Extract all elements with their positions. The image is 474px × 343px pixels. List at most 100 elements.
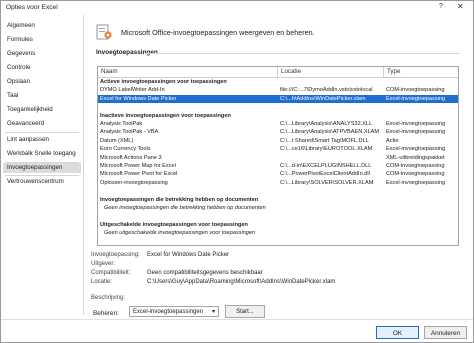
manage-dropdown[interactable]: Excel-invoegtoepassingen ▾	[129, 306, 219, 317]
table-cell-locatie: C:\...d-in\EXCELPLUGINSHELL.DLL	[280, 163, 372, 169]
content-pane: Microsoft Office-invoegtoepassingen weer…	[87, 15, 469, 318]
sidebar-item-taal[interactable]: Taal	[7, 91, 81, 101]
table-group-header: Actieve invoegtoepassingen voor toepassi…	[98, 78, 458, 86]
table-row[interactable]: Microsoft Power Pivot for Excel C:\...Pow…	[98, 170, 458, 178]
table-group-header: Inactieve invoegtoepassingen voor toepas…	[98, 112, 458, 120]
table-cell-type: COM-invoegtoepassing	[386, 163, 445, 169]
table-cell-naam: Analysis ToolPak	[100, 121, 143, 127]
detail-label-beschrijving: Beschrijving:	[91, 295, 126, 301]
table-row[interactable]: Analysis ToolPak C:\...Library\Analysis\A…	[98, 120, 458, 128]
table-cell-locatie: C:\...PowerPivotExcelClientAddIn.dll	[280, 171, 370, 178]
table-row: Geen invoegtoepassingen die betrekking h…	[98, 204, 458, 212]
table-cell-naam: Invoegtoepassingen die betrekking hebben…	[100, 196, 259, 203]
detail-value-locatie: C:\Users\Guy\AppData\Roaming\Microsoft\A…	[147, 279, 336, 285]
addins-table[interactable]: Naam Locatie Type Actieve invoegtoepassi…	[97, 66, 459, 246]
sidebar-item-werkbalk[interactable]: Werkbalk Snelle toegang	[7, 149, 81, 159]
table-cell-type: Excel-invoegtoepassing	[386, 129, 446, 136]
table-cell-naam: Uitgeschakelde invoegtoepassingen voor t…	[100, 221, 248, 228]
detail-label-locatie: Locatie:	[91, 279, 113, 285]
table-spacer	[98, 103, 458, 111]
table-spacer	[98, 187, 458, 195]
table-cell-type: Excel-invoegtoepassing	[386, 146, 446, 153]
column-header-locatie[interactable]: Locatie	[281, 68, 301, 75]
table-cell-locatie: C:\...Library\Analysis\ATPVBAEN.XLAM	[280, 129, 380, 136]
column-separator	[277, 67, 278, 77]
table-cell-naam: Microsoft Power Map for Excel	[100, 163, 176, 169]
table-cell-type: XML-uitbreidingspakket	[386, 154, 445, 161]
table-cell-locatie: C:\...t Shared\Smart Tag\MOFL.DLL	[280, 137, 369, 144]
table-row[interactable]: Excel for Windows Date Picker C:\...h\Add…	[98, 94, 458, 103]
sidebar: Algemeen Formules Gegevens Controle Opsl…	[1, 15, 84, 315]
sidebar-item-geavanceerd[interactable]: Geavanceerd	[7, 119, 81, 129]
window-title: Opties voor Excel	[6, 4, 58, 11]
detail-value-invoeg: Excel for Windows Date Picker	[147, 252, 230, 258]
table-row[interactable]: Analysis ToolPak - VBA C:\...Library\Anal…	[98, 128, 458, 136]
sidebar-item-algemeen[interactable]: Algemeen	[7, 21, 81, 31]
table-cell-naam: Oplosser-invoegtoepassing	[100, 179, 168, 186]
section-divider	[145, 53, 460, 54]
table-row[interactable]: Oplosser-invoegtoepassing C:\...Library\S…	[98, 179, 458, 187]
sidebar-item-toegankelijkheid[interactable]: Toegankelijkheid	[7, 105, 81, 115]
table-cell-type: COM-invoegtoepassing	[386, 171, 445, 178]
table-cell-type: Excel-invoegtoepassing	[386, 95, 446, 102]
table-row[interactable]: Microsoft Actions Pane 3 XML-uitbreidings…	[98, 154, 458, 162]
sidebar-item-formules[interactable]: Formules	[7, 35, 81, 45]
addins-icon	[96, 24, 112, 40]
chevron-down-icon: ▾	[211, 309, 215, 315]
table-cell-locatie: C:\...ce16\Library\EUROTOOL.XLAM	[280, 146, 373, 153]
table-cell-locatie: C:\...Library\Analysis\ANALYS32.XLL	[280, 121, 373, 127]
cancel-button[interactable]: Annuleren	[424, 326, 467, 339]
title-bar: Opties voor Excel ? ✕	[1, 1, 473, 15]
table-cell-type: Actie	[386, 137, 399, 144]
table-cell-locatie: C:\...Library\SOLVER\SOLVER.XLAM	[280, 179, 374, 186]
go-button[interactable]: Start...	[225, 305, 265, 318]
header-text: Microsoft Office-invoegtoepassingen weer…	[121, 28, 315, 37]
detail-label-invoeg: Invoegtoepassing:	[91, 252, 140, 258]
table-cell-type: Excel-invoegtoepassing	[386, 121, 446, 127]
sidebar-item-vertrouwenscentrum[interactable]: Vertrouwenscentrum	[7, 177, 81, 187]
manage-label: Beheren:	[93, 310, 119, 317]
manage-dropdown-value: Excel-invoegtoepassingen	[133, 309, 204, 315]
table-cell-naam: Analysis ToolPak - VBA	[100, 129, 159, 136]
sidebar-item-lint-aanpassen[interactable]: Lint aanpassen	[7, 135, 81, 145]
table-spacer	[98, 212, 458, 220]
close-icon[interactable]: ✕	[457, 2, 464, 11]
column-separator	[383, 67, 384, 77]
table-cell-naam: Inactieve invoegtoepassingen voor toepas…	[100, 112, 231, 119]
table-cell-naam: Euro Currency Tools	[100, 146, 151, 153]
table-row[interactable]: Euro Currency Tools C:\...ce16\Library\EU…	[98, 145, 458, 153]
column-header-type[interactable]: Type	[387, 68, 400, 75]
sidebar-item-invoegtoepassingen[interactable]: Invoegtoepassingen	[3, 163, 81, 173]
table-cell-naam: Actieve invoegtoepassingen voor toepassi…	[100, 79, 227, 85]
detail-value-compat: Geen compatibiliteitsgegevens beschikbaa…	[147, 270, 263, 276]
table-header: Naam Locatie Type	[98, 67, 458, 78]
table-cell-type: Excel-invoegtoepassing	[386, 179, 446, 186]
column-header-naam[interactable]: Naam	[101, 68, 118, 75]
help-icon[interactable]: ?	[439, 3, 443, 10]
table-cell-naam: Excel for Windows Date Picker	[100, 95, 177, 102]
detail-label-uitgever: Uitgever:	[91, 261, 116, 267]
table-cell-locatie: file:///C:...7\DymoAddIn.vsto|vstolocal	[280, 87, 373, 94]
sidebar-divider	[5, 132, 79, 133]
table-row[interactable]: Microsoft Power Map for Excel C:\...d-in\…	[98, 162, 458, 170]
sidebar-item-controle[interactable]: Controle	[7, 63, 81, 73]
sidebar-item-opslaan[interactable]: Opslaan	[7, 77, 81, 87]
sidebar-divider	[5, 175, 79, 176]
detail-label-compat: Compatibiliteit:	[91, 270, 131, 276]
table-cell-naam: Microsoft Power Pivot for Excel	[100, 171, 178, 178]
sidebar-item-gegevens[interactable]: Gegevens	[7, 49, 81, 59]
table-row: Geen uitgeschakelde invoegtoepassingen v…	[98, 229, 458, 237]
table-cell-naam: Geen uitgeschakelde invoegtoepassingen v…	[104, 230, 256, 237]
ok-button[interactable]: OK	[376, 326, 419, 339]
table-group-header: Uitgeschakelde invoegtoepassingen voor t…	[98, 221, 458, 229]
options-dialog: Opties voor Excel ? ✕ Algemeen Formules …	[0, 0, 474, 343]
table-cell-naam: Datum (XML)	[100, 137, 134, 144]
table-cell-locatie: C:\...h\AddIns\WinDatePicker.xlam	[280, 95, 366, 102]
footer-divider	[1, 319, 473, 320]
table-cell-naam: DYMO LabelWriter Add-In	[100, 87, 165, 94]
table-cell-naam: Geen invoegtoepassingen die betrekking h…	[104, 205, 266, 211]
table-cell-type: COM-invoegtoepassing	[386, 87, 445, 94]
table-cell-naam: Microsoft Actions Pane 3	[100, 154, 162, 161]
table-row[interactable]: DYMO LabelWriter Add-In file:///C:...7\Dy…	[98, 86, 458, 94]
table-row[interactable]: Datum (XML) C:\...t Shared\Smart Tag\MOFL…	[98, 137, 458, 145]
